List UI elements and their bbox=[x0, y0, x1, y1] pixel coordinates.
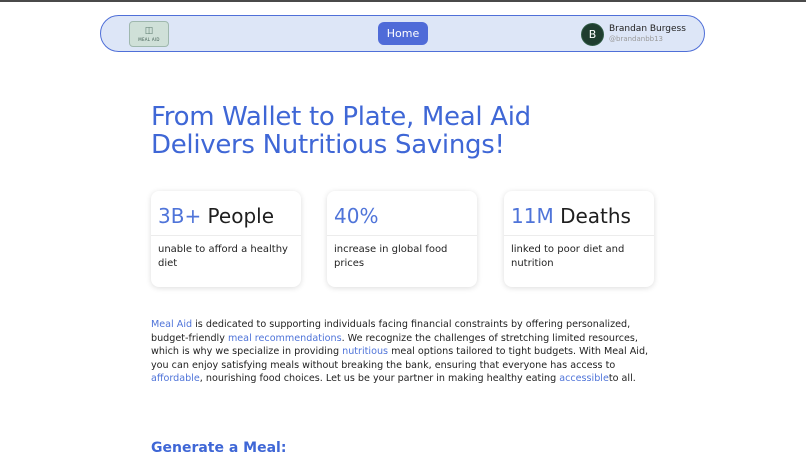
highlight-nutritious: nutritious bbox=[342, 346, 389, 358]
generate-meal-heading: Generate a Meal: bbox=[151, 440, 287, 456]
highlight-meal-aid: Meal Aid bbox=[151, 319, 193, 330]
logo[interactable]: ◫ MEAL AID bbox=[129, 21, 169, 47]
highlight-affordable: affordable bbox=[151, 373, 200, 385]
stat-headline: 40% bbox=[327, 191, 477, 236]
logo-text: MEAL AID bbox=[138, 36, 160, 42]
stat-number: 11M bbox=[511, 204, 554, 228]
user-profile[interactable]: B Brandan Burgess @brandanbb13 bbox=[581, 21, 686, 47]
stat-card-people: 3B+ People unable to afford a healthy di… bbox=[151, 191, 301, 287]
user-info: Brandan Burgess @brandanbb13 bbox=[609, 24, 686, 44]
stat-description: unable to afford a healthy diet bbox=[158, 244, 288, 269]
highlight-accessible: accessible bbox=[559, 373, 609, 385]
user-handle: @brandanbb13 bbox=[609, 35, 664, 43]
mission-paragraph: Meal Aid is dedicated to supporting indi… bbox=[151, 318, 661, 386]
stat-card-deaths: 11M Deaths linked to poor diet and nutri… bbox=[504, 191, 654, 287]
highlight-meal-recommendations: meal recommendations bbox=[227, 332, 342, 344]
paragraph-text: to all. bbox=[608, 373, 636, 385]
window-top-border bbox=[0, 0, 806, 2]
stat-description: increase in global food prices bbox=[334, 244, 448, 269]
stat-number: 3B+ bbox=[158, 204, 202, 228]
stat-headline: 3B+ People bbox=[151, 191, 301, 236]
hero-title-line-1: From Wallet to Plate, Meal Aid bbox=[151, 102, 531, 132]
avatar: B bbox=[581, 22, 604, 46]
hero-title-line-2: Delivers Nutritious Savings! bbox=[151, 130, 505, 160]
stat-word: Deaths bbox=[553, 204, 631, 228]
shopping-bag-icon: ◫ bbox=[144, 25, 154, 36]
user-name: Brandan Burgess bbox=[609, 24, 686, 34]
stat-word: People bbox=[201, 204, 275, 228]
stat-card-food-prices: 40% increase in global food prices bbox=[327, 191, 477, 287]
navbar: ◫ MEAL AID Home B Brandan Burgess @brand… bbox=[100, 15, 705, 52]
hero-title: From Wallet to Plate, Meal Aid Delivers … bbox=[151, 103, 671, 159]
home-button[interactable]: Home bbox=[378, 22, 428, 45]
stat-headline: 11M Deaths bbox=[504, 191, 654, 236]
stat-number: 40% bbox=[334, 204, 379, 228]
paragraph-text: , nourishing food choices. Let us be you… bbox=[199, 373, 560, 385]
stat-description: linked to poor diet and nutrition bbox=[511, 244, 625, 269]
